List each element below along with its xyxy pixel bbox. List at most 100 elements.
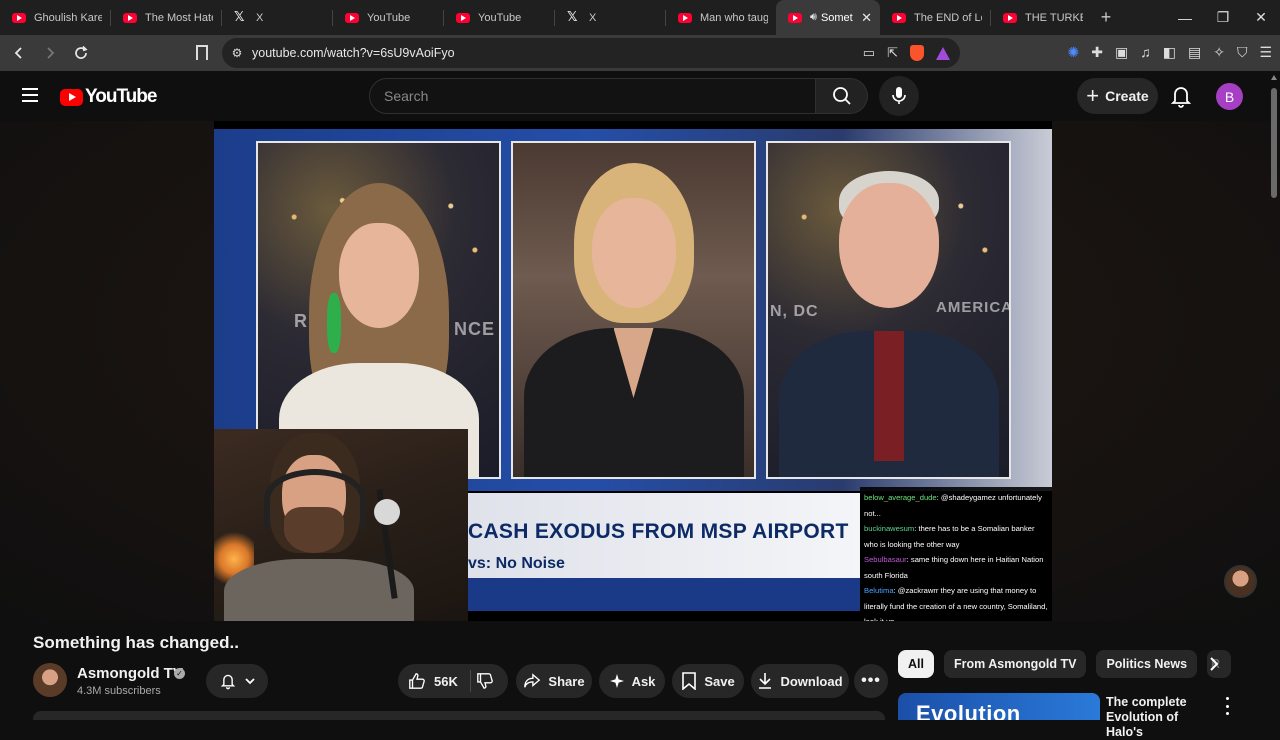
brave-rewards-icon[interactable] [936, 46, 950, 60]
close-window-icon[interactable]: ✕ [1242, 0, 1280, 35]
cast-icon[interactable]: ▭ [863, 45, 875, 61]
media-music-icon[interactable]: ♫ [1140, 44, 1151, 61]
browser-tab[interactable]: THE TURKEY TO [991, 0, 1091, 35]
youtube-header: YouTube + Create B [0, 71, 1280, 121]
window-controls: — ❐ ✕ [1166, 0, 1280, 35]
notifications-button[interactable] [1168, 83, 1194, 109]
download-label: Download [780, 673, 843, 689]
chyron-subtext: vs: No Noise [468, 555, 565, 572]
more-actions-button[interactable]: ••• [854, 664, 888, 698]
chat-message: Sebulbasaur: same thing down here in Hai… [864, 555, 1044, 580]
back-button[interactable] [6, 39, 31, 67]
save-label: Save [704, 673, 735, 689]
vpn-shield-icon[interactable]: ⛉ [1237, 44, 1248, 61]
chat-message: below_average_dude: @shadeygamez unfortu… [864, 493, 1042, 518]
recommended-video-title[interactable]: The complete Evolution of Halo's [1106, 695, 1216, 740]
like-button[interactable]: 56K [408, 672, 458, 690]
chevron-down-icon [244, 678, 255, 685]
browser-tab[interactable]: Ghoulish Karen [0, 0, 110, 35]
recommendation-filter-chips: All From Asmongold TV Politics News R [898, 650, 1232, 678]
search-input[interactable] [370, 79, 815, 113]
minimize-icon[interactable]: — [1166, 0, 1204, 35]
save-bookmark-icon [682, 672, 697, 690]
tab-title: Someth [820, 11, 853, 24]
browser-tab[interactable]: The END of Lol [880, 0, 990, 35]
tab-title: X [256, 11, 264, 24]
subscription-notifications-button[interactable] [206, 664, 268, 698]
news-chyron: CASH EXODUS FROM MSP AIRPORT vs: No Nois… [468, 493, 860, 611]
thumbs-up-icon [409, 673, 425, 689]
streamer-sweater [224, 559, 414, 621]
browser-tab[interactable]: Man who taugh [666, 0, 776, 35]
brave-shields-icon[interactable] [910, 45, 924, 61]
leo-ai-icon[interactable]: ✧ [1213, 44, 1225, 61]
arrow-left-icon [14, 47, 22, 59]
youtube-wordmark: YouTube [85, 86, 157, 107]
sidebar-icon[interactable]: ◧ [1163, 44, 1176, 61]
youtube-favicon-icon [892, 12, 906, 23]
forward-button[interactable] [37, 39, 62, 67]
download-button[interactable]: Download [751, 664, 849, 698]
thumbnail-text: Evolution [916, 701, 1021, 720]
close-tab-icon[interactable]: ✕ [861, 10, 872, 26]
extensions-puzzle-icon[interactable]: ✚ [1091, 44, 1103, 61]
extensions-row: ✺ ✚ ▣ ♫ ◧ ▤ ✧ ⛉ ☰ [1068, 44, 1272, 61]
screenshot-icon[interactable]: ▣ [1115, 44, 1128, 61]
dislike-button[interactable] [476, 672, 496, 692]
share-button[interactable]: Share [516, 664, 592, 698]
chips-next-button[interactable] [1205, 655, 1223, 673]
channel-avatar[interactable] [33, 663, 67, 697]
new-tab-button[interactable]: + [1091, 7, 1121, 28]
extension-blue-icon[interactable]: ✺ [1068, 44, 1080, 61]
restore-icon[interactable]: ❐ [1204, 0, 1242, 35]
address-bar[interactable]: ⚙︎ youtube.com/watch?v=6sU9vAoiFyo ▭ ⇱ [222, 38, 960, 68]
bookmark-icon[interactable] [196, 45, 208, 60]
floating-channel-avatar[interactable] [1224, 565, 1257, 598]
recommended-video-menu-icon[interactable] [1222, 697, 1232, 715]
scroll-up-arrow-icon[interactable] [1271, 75, 1277, 80]
youtube-favicon-icon [678, 12, 692, 23]
ask-button[interactable]: Ask [599, 664, 665, 698]
youtube-logo[interactable]: YouTube [60, 86, 157, 108]
video-title: Something has changed.. [33, 633, 239, 652]
account-avatar[interactable]: B [1216, 83, 1243, 110]
recommended-video-thumbnail[interactable]: Evolution [898, 693, 1100, 720]
verified-check-icon: ✓ [174, 668, 185, 679]
chat-message: buckinawesum: there has to be a Somalian… [864, 524, 1035, 549]
wallet-icon[interactable]: ▤ [1188, 44, 1201, 61]
guide-menu-icon[interactable] [22, 88, 38, 102]
description-box[interactable] [33, 711, 885, 720]
scrollbar-thumb[interactable] [1271, 88, 1277, 198]
video-player[interactable]: RE NCE N, DC AMERICA'S [214, 121, 1052, 621]
share-label: Share [548, 673, 585, 689]
audio-playing-icon[interactable]: 🔊︎ [810, 11, 817, 24]
browser-tab-active[interactable]: 🔊︎ Someth ✕ [776, 0, 880, 35]
chip-all[interactable]: All [898, 650, 934, 678]
youtube-favicon-icon [456, 12, 470, 23]
tab-title: Man who taugh [700, 11, 768, 24]
browser-tab[interactable]: The Most Hated [111, 0, 221, 35]
browser-menu-icon[interactable]: ☰ [1259, 44, 1272, 61]
search-box [369, 78, 816, 114]
save-button[interactable]: Save [672, 664, 744, 698]
like-count: 56K [434, 673, 458, 689]
create-button[interactable]: + Create [1077, 78, 1158, 114]
search-icon [832, 87, 851, 105]
search-button[interactable] [816, 78, 868, 114]
chip-politics-news[interactable]: Politics News [1096, 650, 1198, 678]
share-page-icon[interactable]: ⇱ [887, 45, 898, 61]
url-text[interactable]: youtube.com/watch?v=6sU9vAoiFyo [252, 46, 863, 60]
tab-title: YouTube [478, 11, 522, 24]
page-scrollbar[interactable] [1268, 71, 1280, 720]
browser-tab[interactable]: YouTube [444, 0, 554, 35]
browser-tab[interactable]: YouTube [333, 0, 443, 35]
site-info-icon[interactable]: ⚙︎ [222, 46, 252, 60]
chip-from-channel[interactable]: From Asmongold TV [943, 650, 1087, 678]
youtube-favicon-icon [1003, 12, 1017, 23]
browser-tab[interactable]: 𝕏 X [555, 0, 665, 35]
channel-name[interactable]: Asmongold TV [77, 665, 183, 682]
browser-tab[interactable]: 𝕏 X [222, 0, 332, 35]
voice-search-button[interactable] [879, 76, 919, 116]
reload-button[interactable] [68, 39, 93, 67]
ask-label: Ask [631, 673, 656, 689]
